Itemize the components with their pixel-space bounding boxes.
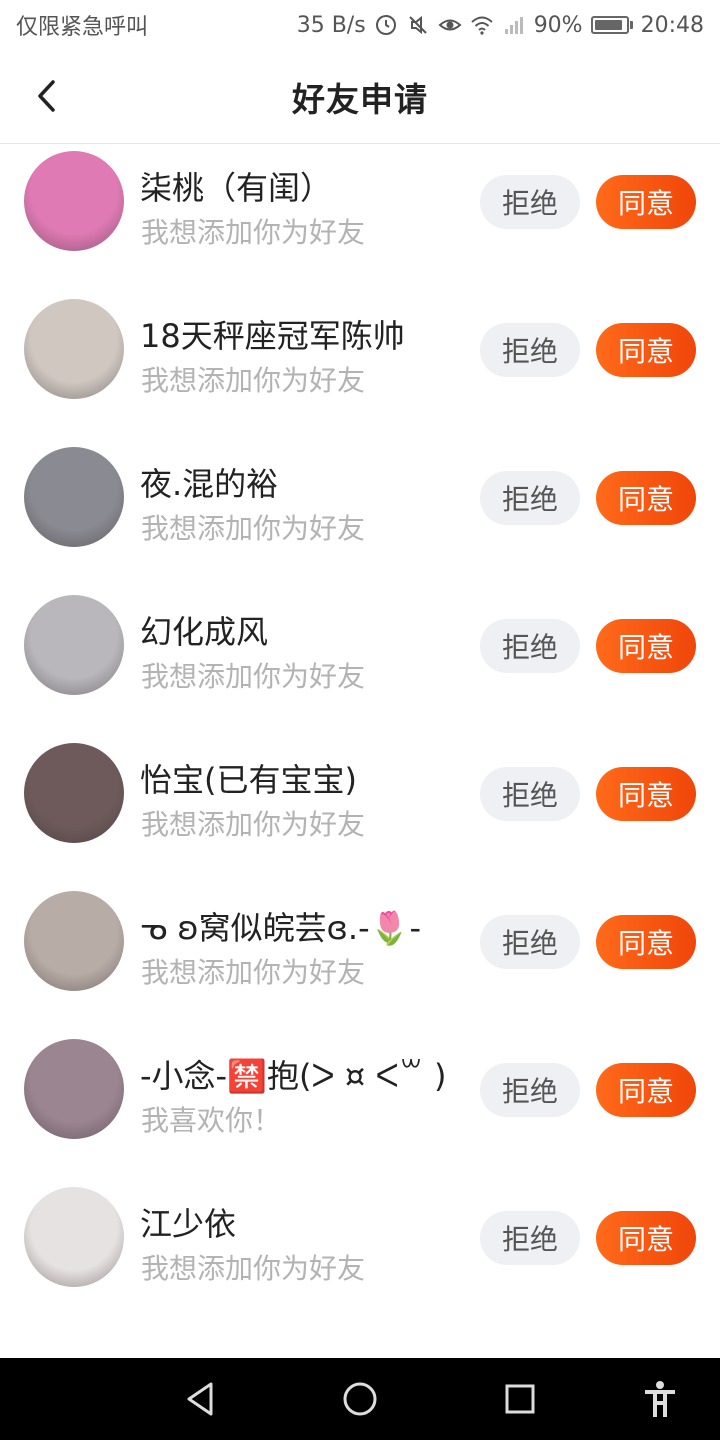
request-message: 我想添加你为好友 xyxy=(141,808,366,841)
status-bar: 仅限紧急呼叫 35 B/s 90% 20:48 xyxy=(0,0,720,50)
friend-request-row[interactable]: 幻化成风我想添加你为好友 拒绝 同意 xyxy=(0,589,720,737)
accept-button[interactable]: 同意 xyxy=(596,767,696,821)
avatar[interactable] xyxy=(24,299,124,399)
page-title: 好友申请 xyxy=(292,79,428,119)
accept-button[interactable]: 同意 xyxy=(596,323,696,377)
request-name: 怡宝(已有宝宝) xyxy=(140,761,357,799)
request-name: 18天秤座冠军陈帅 xyxy=(140,317,405,355)
nav-home-button[interactable] xyxy=(337,1376,383,1422)
request-message: 我想添加你为好友 xyxy=(141,512,366,545)
request-name: 柒桃（有闺） xyxy=(140,169,333,207)
request-message: 我想添加你为好友 xyxy=(141,216,366,249)
nav-accessibility-button[interactable] xyxy=(637,1376,683,1422)
reject-button[interactable]: 拒绝 xyxy=(480,767,580,821)
reject-button[interactable]: 拒绝 xyxy=(480,471,580,525)
friend-request-row[interactable]: 江少依我想添加你为好友 拒绝 同意 xyxy=(0,1181,720,1329)
avatar[interactable] xyxy=(24,891,124,991)
friend-request-row[interactable]: 柒桃（有闺） 我想添加你为好友 拒绝 同意 xyxy=(0,145,720,293)
request-message: 我想添加你为好友 xyxy=(141,1252,366,1285)
friend-request-list[interactable]: 柒桃（有闺） 我想添加你为好友 拒绝 同意 18天秤座冠军陈帅 我想添加你为好友 拒绝 同意夜… xyxy=(0,145,720,1358)
clock: 20:48 xyxy=(640,12,704,38)
request-message: 我想添加你为好友 xyxy=(141,660,366,693)
request-message: 我喜欢你！ xyxy=(141,1104,282,1137)
request-name: 夜.混的裕 xyxy=(140,465,279,503)
avatar[interactable] xyxy=(24,743,124,843)
mute-icon xyxy=(406,13,430,37)
navigation-bar xyxy=(0,1358,720,1440)
accept-button[interactable]: 同意 xyxy=(596,471,696,525)
reject-button[interactable]: 拒绝 xyxy=(480,323,580,377)
battery-icon xyxy=(590,16,633,34)
avatar[interactable] xyxy=(24,1039,124,1139)
battery-percent: 90% xyxy=(533,12,583,38)
back-button[interactable] xyxy=(22,72,70,120)
accept-button[interactable]: 同意 xyxy=(596,1063,696,1117)
battery-level xyxy=(594,20,622,30)
friend-request-row[interactable]: 18天秤座冠军陈帅我想添加你为好友 拒绝 同意 xyxy=(0,293,720,441)
chevron-left-icon xyxy=(38,80,55,112)
accept-button[interactable]: 同意 xyxy=(596,1211,696,1265)
net-speed: 35 B/s xyxy=(296,12,366,38)
request-message: 我想添加你为好友 xyxy=(141,364,366,397)
request-name: 幻化成风 xyxy=(140,613,269,651)
wifi-icon xyxy=(470,13,494,37)
friend-request-row[interactable]: 夜.混的裕我想添加你为好友 拒绝 同意 xyxy=(0,441,720,589)
friend-request-row[interactable]: ᓀ ʚ窝似皖芸ɞ.-🌷- 我想添加你为好友 拒绝 同意 xyxy=(0,885,720,1033)
status-icons: 35 B/s 90% 20:48 xyxy=(297,13,704,38)
reject-button[interactable]: 拒绝 xyxy=(480,1063,580,1117)
reject-button[interactable]: 拒绝 xyxy=(480,915,580,969)
accept-button[interactable]: 同意 xyxy=(596,175,696,229)
carrier-text: 仅限紧急呼叫 xyxy=(16,15,149,40)
avatar[interactable] xyxy=(24,151,124,251)
accept-button[interactable]: 同意 xyxy=(596,619,696,673)
header: 好友申请 xyxy=(0,50,720,144)
home-circle-icon xyxy=(343,1382,377,1416)
signal-icon xyxy=(502,13,526,37)
recents-square-icon xyxy=(505,1384,535,1414)
reject-button[interactable]: 拒绝 xyxy=(480,1211,580,1265)
reject-button[interactable]: 拒绝 xyxy=(480,175,580,229)
reject-button[interactable]: 拒绝 xyxy=(480,619,580,673)
avatar[interactable] xyxy=(24,595,124,695)
data-saver-icon xyxy=(374,13,398,37)
request-name: ᓀ ʚ窝似皖芸ɞ.-🌷- xyxy=(140,909,422,947)
friend-request-row[interactable]: 怡宝(已有宝宝) 我想添加你为好友 拒绝 同意 xyxy=(0,737,720,885)
accept-button[interactable]: 同意 xyxy=(596,915,696,969)
request-message: 我想添加你为好友 xyxy=(141,956,366,989)
nav-recents-button[interactable] xyxy=(497,1376,543,1422)
request-name: -小念-🈲抱(ᐳ ¤ ᐸ꒳ ) xyxy=(140,1057,447,1095)
eye-icon xyxy=(438,13,462,37)
friend-request-row[interactable]: -小念-🈲抱(ᐳ ¤ ᐸ꒳ ) 我喜欢你！ 拒绝 同意 xyxy=(0,1033,720,1181)
avatar[interactable] xyxy=(24,1187,124,1287)
back-triangle-icon xyxy=(187,1382,213,1416)
request-name: 江少依 xyxy=(140,1205,237,1243)
nav-back-button[interactable] xyxy=(177,1376,223,1422)
avatar[interactable] xyxy=(24,447,124,547)
accessibility-icon xyxy=(645,1381,675,1417)
